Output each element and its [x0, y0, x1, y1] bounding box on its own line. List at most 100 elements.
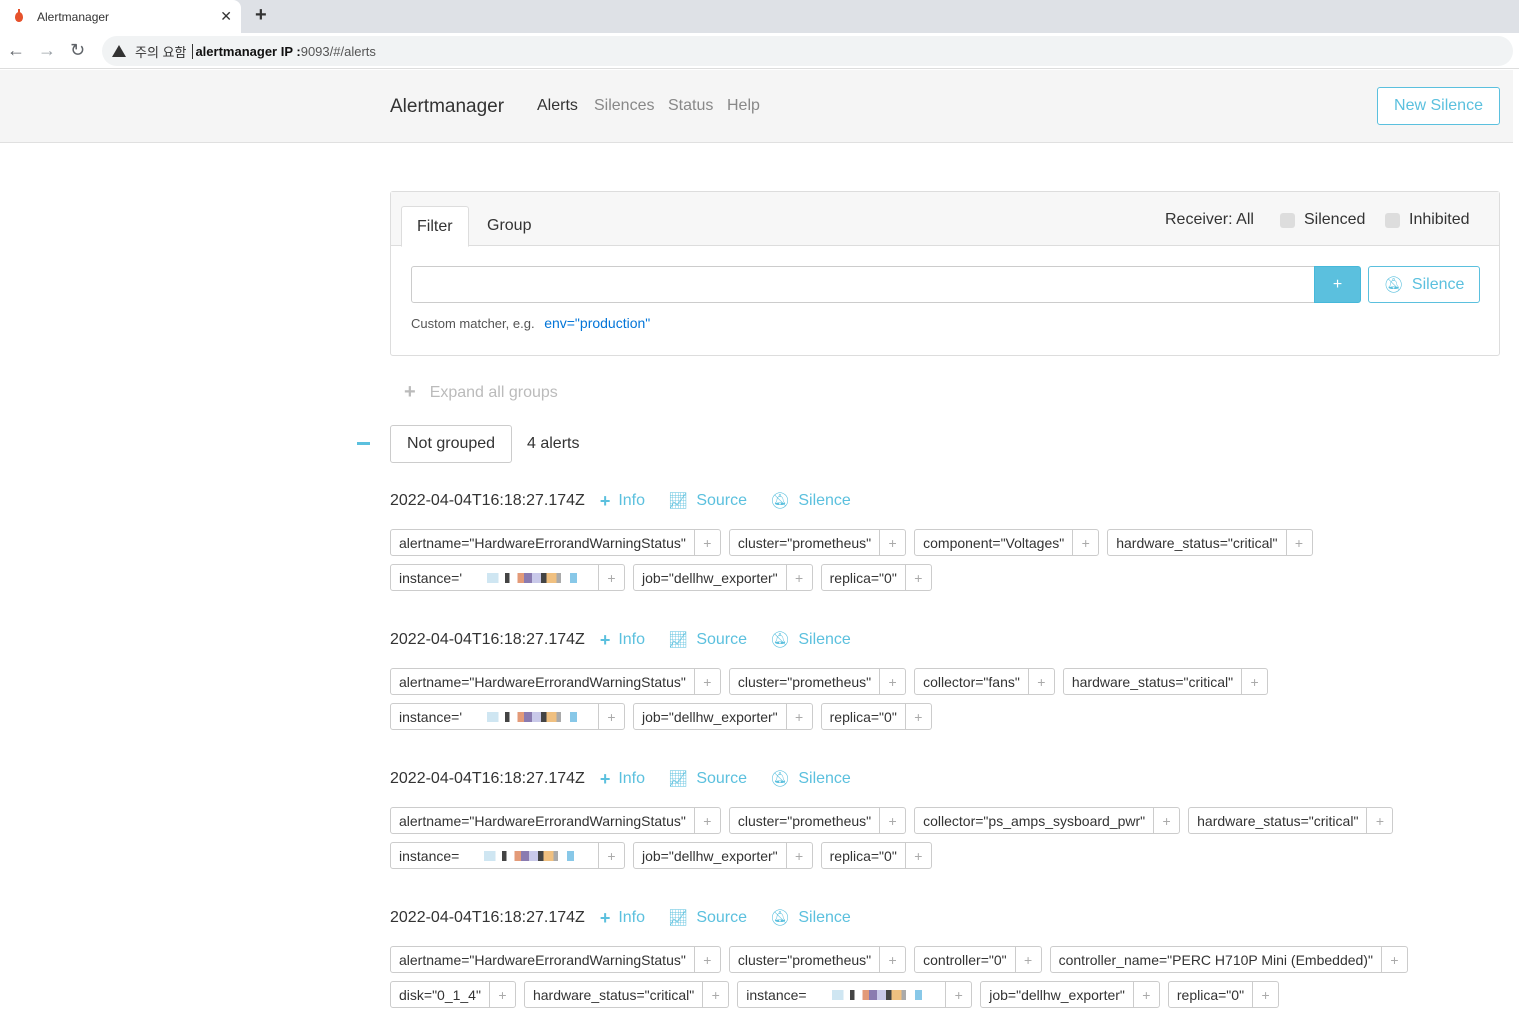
receiver-selector[interactable]: Receiver: All	[1165, 211, 1254, 229]
add-label-filter-button[interactable]: +	[945, 982, 971, 1007]
label-chip[interactable]: cluster="prometheus" +	[728, 529, 907, 556]
browser-tab[interactable]: Alertmanager ✕	[0, 0, 241, 33]
add-label-filter-button[interactable]: +	[693, 808, 720, 833]
add-label-filter-button[interactable]: +	[879, 808, 905, 833]
reload-icon[interactable]: ↻	[70, 40, 85, 61]
add-label-filter-button[interactable]: +	[598, 565, 624, 590]
add-label-filter-button[interactable]: +	[904, 843, 931, 868]
add-label-filter-button[interactable]: +	[785, 843, 812, 868]
label-chip[interactable]: replica="0" +	[820, 703, 932, 730]
label-chip[interactable]: hardware_status="critical" +	[523, 981, 730, 1008]
label-chip[interactable]: job="dellhw_exporter" +	[633, 564, 813, 591]
matcher-hint-example[interactable]: env="production"	[544, 315, 650, 331]
label-chip[interactable]: controller="0" +	[914, 946, 1042, 973]
add-label-filter-button[interactable]: +	[693, 947, 720, 972]
source-button[interactable]: 📈︎ Source	[668, 769, 747, 789]
inhibited-checkbox-box[interactable]	[1385, 212, 1400, 228]
inhibited-checkbox[interactable]: Inhibited	[1385, 211, 1470, 229]
label-chip[interactable]: alertname="HardwareErrorandWarningStatus…	[390, 946, 721, 973]
url-field[interactable]: 주의 요함 alertmanager IP : 9093/#/alerts	[102, 36, 1513, 66]
label-chip[interactable]: job="dellhw_exporter" +	[633, 703, 813, 730]
info-button[interactable]: + Info	[600, 630, 645, 651]
label-chip[interactable]: alertname="HardwareErrorandWarningStatus…	[390, 529, 721, 556]
expand-all-groups[interactable]: + Expand all groups	[404, 381, 558, 404]
silence-label: Silence	[798, 631, 851, 648]
add-label-filter-button[interactable]: +	[879, 947, 905, 972]
silence-button[interactable]: 🔕︎ Silence	[770, 908, 851, 928]
label-chip[interactable]: collector="ps_amps_sysboard_pwr" +	[914, 807, 1181, 834]
add-label-filter-button[interactable]: +	[785, 565, 812, 590]
matcher-input[interactable]	[411, 266, 1315, 303]
add-label-filter-button[interactable]: +	[702, 982, 728, 1007]
add-label-filter-button[interactable]: +	[693, 530, 720, 555]
nav-alerts[interactable]: Alerts	[537, 97, 578, 115]
label-chip[interactable]: component="Voltages" +	[914, 529, 1100, 556]
filter-silence-button[interactable]: 🔕︎ Silence	[1368, 266, 1480, 303]
label-chip[interactable]: replica="0" +	[820, 842, 932, 869]
source-button[interactable]: 📈︎ Source	[668, 908, 747, 928]
source-button[interactable]: 📈︎ Source	[668, 491, 747, 511]
add-label-filter-button[interactable]: +	[1366, 808, 1392, 833]
label-chip[interactable]: instance=' +	[390, 564, 625, 591]
label-chip[interactable]: controller_name="PERC H710P Mini (Embedd…	[1049, 946, 1408, 973]
add-label-filter-button[interactable]: +	[488, 982, 515, 1007]
forward-arrow-icon[interactable]: →	[38, 40, 56, 61]
nav-help[interactable]: Help	[727, 97, 760, 115]
bell-slash-icon: 🔕︎	[770, 771, 791, 788]
label-chip[interactable]: job="dellhw_exporter" +	[980, 981, 1160, 1008]
brand-title[interactable]: Alertmanager	[390, 96, 504, 118]
source-button[interactable]: 📈︎ Source	[668, 630, 747, 650]
add-label-filter-button[interactable]: +	[785, 704, 812, 729]
add-label-filter-button[interactable]: +	[904, 704, 931, 729]
add-label-filter-button[interactable]: +	[1027, 669, 1054, 694]
add-label-filter-button[interactable]: +	[879, 530, 905, 555]
silenced-checkbox-box[interactable]	[1280, 212, 1295, 228]
silence-button[interactable]: 🔕︎ Silence	[770, 491, 851, 511]
add-label-filter-button[interactable]: +	[1072, 530, 1098, 555]
tab-group[interactable]: Group	[472, 206, 546, 246]
label-chip[interactable]: disk="0_1_4" +	[390, 981, 516, 1008]
add-label-filter-button[interactable]: +	[904, 565, 931, 590]
info-button[interactable]: + Info	[600, 908, 645, 929]
add-label-filter-button[interactable]: +	[1285, 530, 1312, 555]
add-label-filter-button[interactable]: +	[1014, 947, 1041, 972]
add-label-filter-button[interactable]: +	[1252, 982, 1278, 1007]
add-label-filter-button[interactable]: +	[1241, 669, 1267, 694]
label-chip[interactable]: hardware_status="critical" +	[1107, 529, 1313, 556]
back-arrow-icon[interactable]: ←	[7, 40, 25, 61]
nav-silences[interactable]: Silences	[594, 97, 654, 115]
silence-button[interactable]: 🔕︎ Silence	[770, 630, 851, 650]
info-button[interactable]: + Info	[600, 769, 645, 790]
silenced-checkbox[interactable]: Silenced	[1280, 211, 1365, 229]
add-label-filter-button[interactable]: +	[598, 704, 624, 729]
add-label-filter-button[interactable]: +	[693, 669, 720, 694]
label-chip[interactable]: hardware_status="critical" +	[1062, 668, 1269, 695]
new-tab-icon[interactable]: +	[255, 4, 267, 27]
collapse-group-icon[interactable]	[357, 442, 370, 445]
label-chip[interactable]: cluster="prometheus" +	[728, 946, 907, 973]
label-chip[interactable]: replica="0" +	[820, 564, 932, 591]
label-chip[interactable]: instance=' +	[390, 703, 625, 730]
label-chip[interactable]: job="dellhw_exporter" +	[633, 842, 813, 869]
tab-filter[interactable]: Filter	[401, 206, 469, 247]
label-chip[interactable]: instance= +	[737, 981, 973, 1008]
new-silence-button[interactable]: New Silence	[1377, 87, 1500, 125]
silence-button[interactable]: 🔕︎ Silence	[770, 769, 851, 789]
label-chip[interactable]: alertname="HardwareErrorandWarningStatus…	[390, 807, 721, 834]
label-chip[interactable]: replica="0" +	[1167, 981, 1280, 1008]
label-chip[interactable]: hardware_status="critical" +	[1188, 807, 1394, 834]
add-matcher-button[interactable]: +	[1314, 266, 1361, 303]
label-chip[interactable]: cluster="prometheus" +	[728, 807, 907, 834]
info-button[interactable]: + Info	[600, 491, 645, 512]
label-chip[interactable]: instance= +	[390, 842, 625, 869]
label-chip[interactable]: alertname="HardwareErrorandWarningStatus…	[390, 668, 721, 695]
nav-status[interactable]: Status	[668, 97, 713, 115]
add-label-filter-button[interactable]: +	[1153, 808, 1179, 833]
add-label-filter-button[interactable]: +	[879, 669, 905, 694]
add-label-filter-button[interactable]: +	[1132, 982, 1159, 1007]
label-chip[interactable]: collector="fans" +	[914, 668, 1055, 695]
add-label-filter-button[interactable]: +	[598, 843, 624, 868]
label-chip[interactable]: cluster="prometheus" +	[728, 668, 907, 695]
add-label-filter-button[interactable]: +	[1380, 947, 1407, 972]
close-tab-icon[interactable]: ✕	[220, 8, 232, 25]
